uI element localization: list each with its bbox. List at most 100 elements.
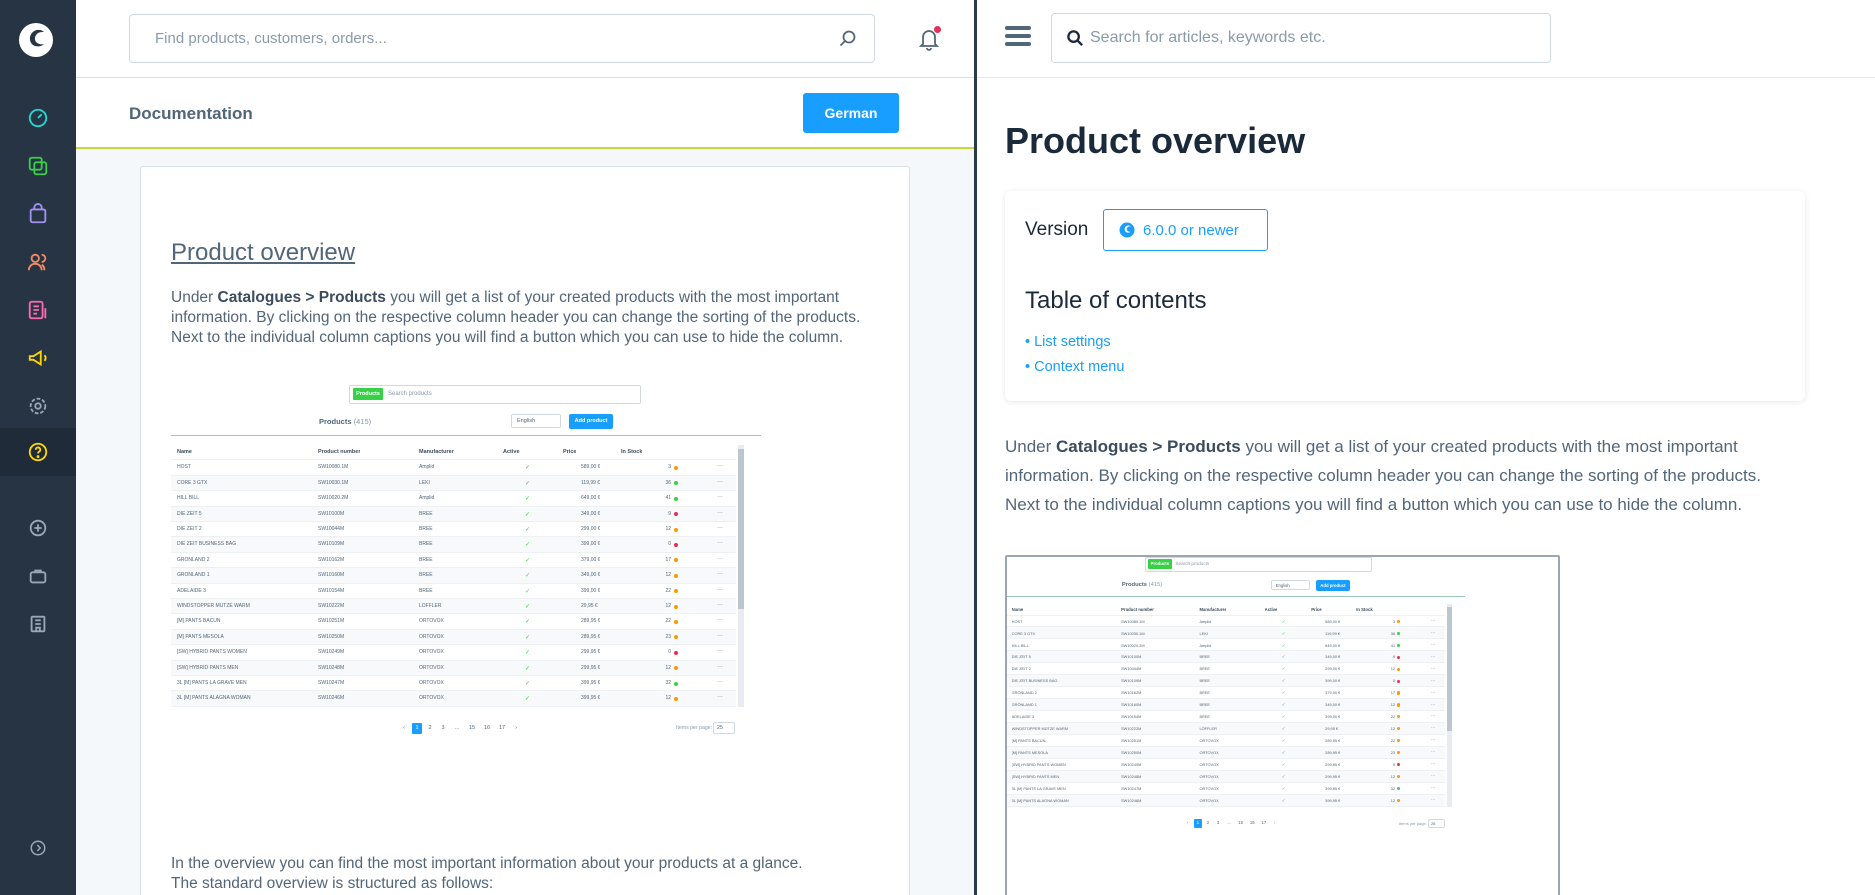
help-icon <box>28 442 48 462</box>
mini-cell: WINDSTOPPER MÜTZE WARM <box>1011 726 1069 732</box>
mini-stock-dot <box>674 496 678 501</box>
settings-icon <box>29 397 47 415</box>
sidebar-collapse-button[interactable] <box>0 824 76 872</box>
mini-cell: LEKI <box>419 479 430 486</box>
mini-cell-price: 379,00 € <box>581 556 601 563</box>
mini-header-line <box>1007 595 1465 597</box>
mini-cell-active: ✓ <box>525 696 531 703</box>
mini-items-per-page-select: 25 <box>1427 818 1445 828</box>
mini-cell: 3L [M] PANTS ALAGNA WOMAN <box>1011 797 1069 803</box>
toc-link-list-settings[interactable]: • List settings <box>1025 334 1111 350</box>
mini-cell-price: 399,95 € <box>581 695 601 702</box>
shopware-logo[interactable] <box>18 22 54 58</box>
mini-cell-active: ✓ <box>525 573 531 580</box>
mini-title-count: (415) <box>351 417 372 426</box>
mini-cell: SW10080.1M <box>318 464 349 471</box>
docs-search-input[interactable] <box>1090 14 1540 62</box>
mini-cell: SW10249M <box>318 649 345 656</box>
sidebar-item-catalogues[interactable] <box>0 142 76 190</box>
sidebar-item-sales-channels[interactable] <box>0 600 76 648</box>
docs-screenshot-frame[interactable]: Products Search products Products (415) Eng… <box>1005 555 1560 895</box>
toc-link-label: Context menu <box>1034 359 1125 375</box>
mini-table-row: DIE ZEIT 5 SW10100M BREE ✓ 349,00 € 9 ··· <box>1007 651 1446 664</box>
docs-search-bar[interactable] <box>1051 13 1551 63</box>
mini-cell: Amplid <box>419 464 435 471</box>
mini-row-menu: ··· <box>717 494 723 501</box>
mini-search-placeholder: Search products <box>1175 561 1210 567</box>
mini-page-title: Products (415) <box>1122 582 1162 588</box>
notification-badge <box>934 26 941 33</box>
mini-cell-active: ✓ <box>525 604 531 610</box>
sidebar-item-customers[interactable] <box>0 238 76 286</box>
mini-cell: SW10222M <box>1121 726 1142 732</box>
admin-sidebar <box>0 0 76 895</box>
menu-button[interactable] <box>1005 26 1031 48</box>
mini-table-row: HILL BILL SW10020.2M Amplid ✓ 649,00 € 41 ··· <box>1007 639 1446 652</box>
notifications-button[interactable] <box>917 26 941 52</box>
mini-language-select: English <box>1270 579 1310 591</box>
mini-cell-active: ✓ <box>525 665 531 672</box>
mini-table-row: 3L [M] PANTS ALAGNA WOMAN SW10246M ORTOVOX… <box>171 691 736 707</box>
sidebar-item-extensions[interactable] <box>0 552 76 600</box>
mini-cell-active: ✓ <box>1281 702 1286 708</box>
sidebar-item-settings[interactable] <box>0 382 76 430</box>
paragraph-line-1: In the overview you can find the most im… <box>171 855 803 872</box>
mini-cell-stock: 12 <box>1390 666 1396 672</box>
mini-row-menu: ··· <box>1430 617 1436 623</box>
mini-stock-dot <box>1397 691 1401 695</box>
mini-cell-price: 399,95 € <box>1325 785 1341 791</box>
mini-cell-stock: 41 <box>665 495 671 502</box>
mini-cell-price: 589,00 € <box>581 464 601 471</box>
mini-cell: SW10246M <box>318 695 345 702</box>
admin-search-input[interactable] <box>130 15 830 62</box>
mini-page-link: ... <box>454 725 460 731</box>
mini-row-menu: ··· <box>717 478 723 485</box>
toc-link-context-menu[interactable]: • Context menu <box>1025 359 1124 375</box>
admin-search-bar[interactable] <box>129 14 875 63</box>
mini-stock-dot <box>1397 739 1401 743</box>
mini-page-link: 1 <box>412 723 422 734</box>
mini-row-menu: ··· <box>717 694 723 701</box>
mini-table-header: Name Product number Manufacturer Active Pric… <box>1007 604 1446 616</box>
mini-cell-price: 299,00 € <box>1325 666 1341 672</box>
language-german-button[interactable]: German <box>803 93 899 133</box>
mini-cell-price: 349,00 € <box>1325 702 1341 708</box>
article-title[interactable]: Product overview <box>171 239 355 267</box>
mini-page-link: › <box>515 725 517 731</box>
sidebar-item-marketing[interactable] <box>0 334 76 382</box>
sidebar-item-add[interactable] <box>0 504 76 552</box>
mini-row-menu: ··· <box>717 617 723 624</box>
mini-stock-dot <box>674 635 678 640</box>
mini-cell: ORTOVOX <box>1199 785 1219 791</box>
mini-cell: [SW] HYBRID PANTS MEN <box>177 664 239 671</box>
mini-cell: LÖFFLER <box>419 603 442 609</box>
mini-cell-price: 29,95 € <box>581 603 598 609</box>
sidebar-item-orders[interactable] <box>0 190 76 238</box>
mini-stock-dot <box>674 589 678 594</box>
mini-cell-active: ✓ <box>1281 678 1286 684</box>
mini-cell: SW10154M <box>1121 714 1142 720</box>
version-badge[interactable]: 6.0.0 or newer <box>1103 209 1268 251</box>
mini-cell: SW10100M <box>1121 654 1142 660</box>
sidebar-item-help[interactable] <box>0 428 76 476</box>
search-icon[interactable] <box>838 29 858 49</box>
mini-cell-price: 289,95 € <box>581 618 601 625</box>
mini-cell: DIE ZEIT BUSINESS BAG <box>1011 678 1058 684</box>
mini-cell: GRÖNLAND 1 <box>1011 702 1037 708</box>
mini-page-link: 15 <box>468 725 476 731</box>
mini-cell-stock: 12 <box>1390 702 1396 708</box>
mini-cell-stock: 12 <box>665 695 671 702</box>
orders-icon <box>29 203 47 224</box>
mini-stock-dot <box>1397 715 1401 719</box>
mini-cell-stock: 12 <box>1390 797 1396 803</box>
mini-column-header: In Stock <box>1356 606 1373 612</box>
mini-table-row: [M] PANTS BACUN SW10251M ORTOVOX ✓ 289,95 € 2… <box>1007 735 1446 747</box>
sidebar-item-content[interactable] <box>0 286 76 334</box>
mini-page-link: ‹ <box>403 725 405 731</box>
sidebar-item-dashboard[interactable] <box>0 94 76 142</box>
mini-cell-active: ✓ <box>525 542 531 549</box>
paragraph-line-2: The standard overview is structured as f… <box>171 875 494 892</box>
mini-cell-price: 299,00 € <box>581 526 601 532</box>
mini-cell: SW10044M <box>318 526 345 532</box>
mini-cell: SW10248M <box>1121 773 1142 779</box>
